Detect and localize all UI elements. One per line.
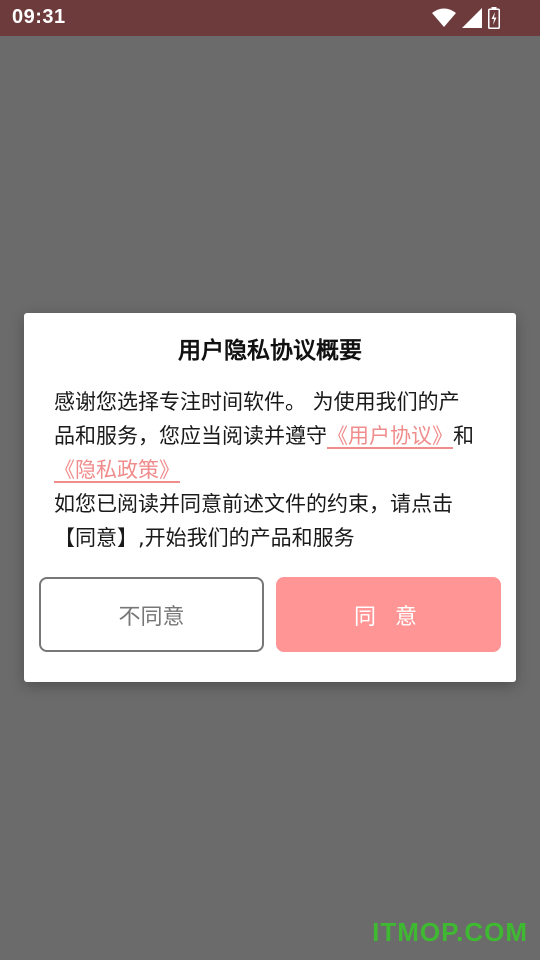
agree-button[interactable]: 同 意 bbox=[276, 577, 501, 652]
watermark: ITMOP.COM bbox=[372, 917, 528, 947]
wifi-icon bbox=[432, 8, 456, 28]
privacy-policy-link[interactable]: 《隐私政策》 bbox=[54, 458, 180, 482]
privacy-dialog: 用户隐私协议概要 感谢您选择专注时间软件。 为使用我们的产品和服务，您应当阅读并… bbox=[24, 313, 516, 682]
status-icons bbox=[432, 7, 500, 29]
dialog-title: 用户隐私协议概要 bbox=[178, 338, 362, 364]
cell-signal-icon bbox=[462, 8, 482, 28]
battery-charging-icon bbox=[488, 7, 500, 29]
dialog-body-paragraph-1: 感谢您选择专注时间软件。 为使用我们的产品和服务，您应当阅读并遵守《用户协议》和… bbox=[54, 385, 478, 487]
consent-text: 如您已阅读并同意前述文件的约束，请点击【同意】,开始我们的产品和服务 bbox=[54, 492, 453, 550]
disagree-button[interactable]: 不同意 bbox=[39, 577, 264, 652]
and-text: 和 bbox=[453, 424, 474, 448]
status-bar: 09:31 bbox=[0, 0, 540, 36]
status-time: 09:31 bbox=[12, 6, 66, 28]
dialog-body: 感谢您选择专注时间软件。 为使用我们的产品和服务，您应当阅读并遵守《用户协议》和… bbox=[54, 385, 478, 555]
user-agreement-link[interactable]: 《用户协议》 bbox=[327, 424, 453, 448]
